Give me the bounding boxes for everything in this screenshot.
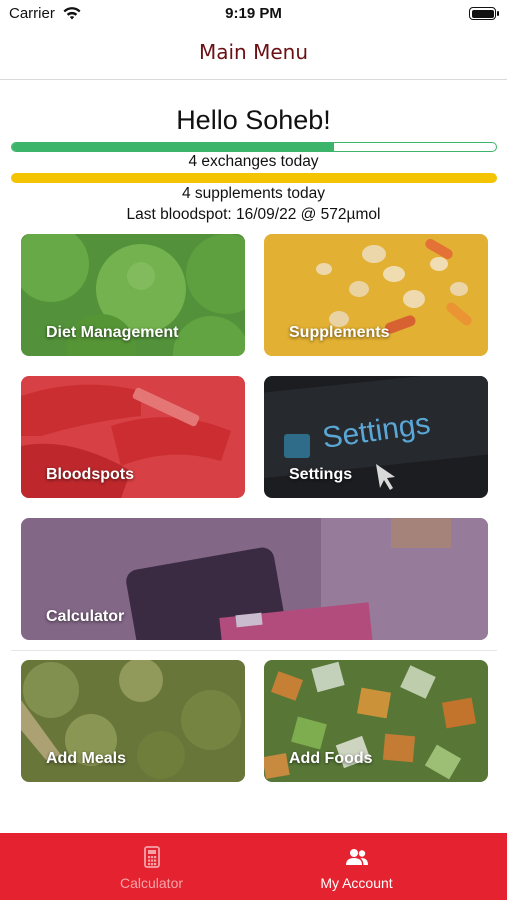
calculator-icon xyxy=(143,846,160,868)
page-title: Main Menu xyxy=(198,40,308,64)
users-icon xyxy=(345,849,368,865)
supplements-progress-bar xyxy=(11,173,497,183)
tab-bar: Calculator My Account xyxy=(0,833,507,900)
tile-label: Supplements xyxy=(289,324,390,341)
diet-management-tile[interactable]: Diet Management xyxy=(21,234,245,356)
tile-label: Add Meals xyxy=(46,750,127,767)
tab-label: My Account xyxy=(320,875,393,891)
divider xyxy=(11,650,497,651)
add-foods-tile[interactable]: Add Foods xyxy=(264,660,488,782)
exchanges-progress-bar xyxy=(11,142,497,152)
supplements-progress-fill xyxy=(11,173,497,183)
supplements-today-text: 4 supplements today xyxy=(181,185,326,202)
greeting: Hello Soheb! xyxy=(176,105,331,135)
supplements-tile[interactable]: Supplements xyxy=(264,234,488,356)
exchanges-today-text: 4 exchanges today xyxy=(188,153,319,170)
bloodspots-tile[interactable]: Bloodspots xyxy=(21,376,245,498)
tab-my-account[interactable]: My Account xyxy=(230,833,483,900)
calculator-tile[interactable]: Calculator xyxy=(21,518,488,640)
settings-tile[interactable]: Settings Settings xyxy=(264,376,488,498)
tile-label: Bloodspots xyxy=(46,466,134,483)
status-bar: Carrier 9:19 PM xyxy=(0,0,507,28)
tile-label: Settings xyxy=(289,466,353,483)
navigation-bar: Main Menu xyxy=(0,28,507,80)
tile-label: Diet Management xyxy=(46,324,179,341)
last-bloodspot-text: Last bloodspot: 16/09/22 @ 572µmol xyxy=(126,206,381,223)
tile-label: Add Foods xyxy=(289,750,373,767)
battery-icon xyxy=(469,7,499,20)
add-meals-tile[interactable]: Add Meals xyxy=(21,660,245,782)
clock: 9:19 PM xyxy=(225,5,282,22)
tile-label: Calculator xyxy=(46,608,125,625)
exchanges-progress-fill xyxy=(12,143,335,151)
